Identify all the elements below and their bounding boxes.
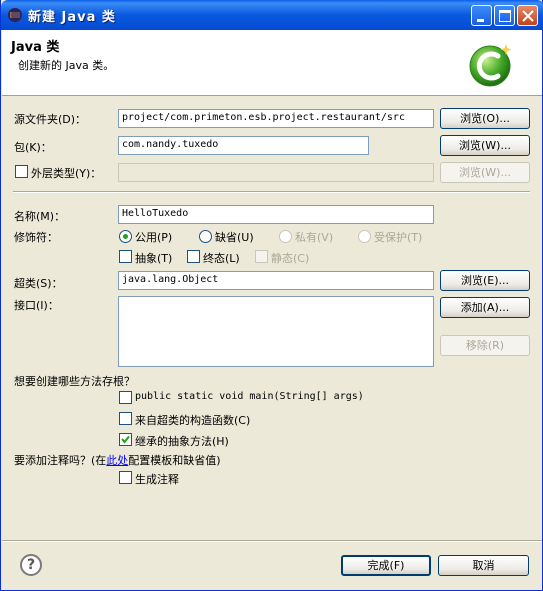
wizard-header: Java 类 创建新的 Java 类。: [2, 30, 542, 96]
public-label: 公用(P): [135, 231, 173, 244]
name-label: 名称(M)：: [14, 210, 66, 223]
finish-button[interactable]: 完成(F): [341, 555, 431, 576]
abstract-checkbox[interactable]: [119, 250, 132, 263]
add-interface-button[interactable]: 添加(A)...: [440, 297, 530, 318]
close-icon: [522, 10, 534, 22]
method-stubs-question: 想要创建哪些方法存根？: [14, 375, 135, 388]
separator: [13, 191, 530, 193]
default-radio[interactable]: [199, 230, 212, 243]
main-method-label: public static void main(String[] args): [135, 391, 364, 402]
configure-templates-link[interactable]: 此处: [106, 454, 128, 467]
protected-radio[interactable]: [358, 230, 371, 243]
generate-comments-label: 生成注释: [135, 473, 179, 486]
final-label: 终态(L): [203, 252, 240, 265]
browse-superclass-button[interactable]: 浏览(E)...: [440, 270, 530, 291]
maximize-button[interactable]: [494, 5, 515, 26]
comments-question: 要添加注释吗？(在此处配置模板和缺省值): [14, 452, 221, 468]
private-label: 私有(V): [295, 231, 334, 244]
static-checkbox[interactable]: [255, 250, 268, 263]
protected-label: 受保护(T): [374, 231, 423, 244]
package-label: 包(K)：: [14, 141, 52, 154]
footer-separator: [2, 540, 542, 542]
help-icon[interactable]: ?: [20, 554, 42, 576]
cancel-button[interactable]: 取消: [438, 555, 529, 576]
generate-comments-checkbox[interactable]: [119, 471, 132, 484]
source-folder-label: 源文件夹(D)：: [14, 113, 87, 126]
checkmark-icon: [121, 435, 130, 444]
modifiers-label: 修饰符：: [14, 231, 58, 244]
close-button[interactable]: [517, 5, 538, 26]
maximize-icon: [499, 10, 511, 22]
eclipse-icon: [8, 8, 22, 22]
abstract-label: 抽象(T): [135, 252, 173, 265]
superclass-input[interactable]: java.lang.Object: [118, 271, 434, 290]
browse-package-button[interactable]: 浏览(W)...: [440, 135, 530, 156]
static-label: 静态(C): [271, 252, 310, 265]
main-method-checkbox[interactable]: [119, 391, 132, 404]
comments-question-prefix: 要添加注释吗？(在: [14, 454, 107, 467]
remove-interface-button[interactable]: 移除(R): [440, 335, 530, 356]
superclass-label: 超类(S)：: [14, 277, 63, 290]
private-radio[interactable]: [279, 230, 292, 243]
minimize-icon: [477, 19, 484, 22]
minimize-button[interactable]: [471, 5, 492, 26]
new-java-class-dialog: 新建 Java 类 Java 类 创建新的 Java 类。 源文件夹(D)： p…: [0, 0, 543, 591]
final-checkbox[interactable]: [187, 250, 200, 263]
constructors-checkbox[interactable]: [119, 412, 132, 425]
public-radio[interactable]: [119, 230, 132, 243]
default-label: 缺省(U): [215, 231, 254, 244]
inherited-methods-checkbox[interactable]: [119, 433, 132, 446]
enclosing-type-label: 外层类型(Y)：: [31, 167, 102, 180]
browse-source-folder-button[interactable]: 浏览(O)...: [440, 108, 530, 129]
comments-question-suffix: 配置模板和缺省值): [128, 454, 221, 467]
wizard-description: 创建新的 Java 类。: [18, 59, 115, 72]
window-title: 新建 Java 类: [28, 10, 116, 25]
package-input[interactable]: com.nandy.tuxedo: [118, 136, 369, 155]
enclosing-type-checkbox[interactable]: [15, 165, 28, 178]
class-name-input[interactable]: HelloTuxedo: [118, 205, 434, 224]
browse-enclosing-type-button[interactable]: 浏览(W)...: [440, 162, 530, 183]
source-folder-input[interactable]: project/com.primeton.esb.project.restaur…: [118, 109, 434, 128]
title-bar[interactable]: 新建 Java 类: [1, 0, 543, 30]
interfaces-list[interactable]: [118, 296, 434, 367]
inherited-methods-label: 继承的抽象方法(H): [135, 435, 229, 448]
constructors-label: 来自超类的构造函数(C): [135, 414, 251, 427]
wizard-title: Java 类: [11, 40, 60, 55]
interfaces-label: 接口(I)：: [14, 299, 59, 312]
new-class-icon: [469, 44, 512, 87]
enclosing-type-input[interactable]: [118, 163, 434, 182]
